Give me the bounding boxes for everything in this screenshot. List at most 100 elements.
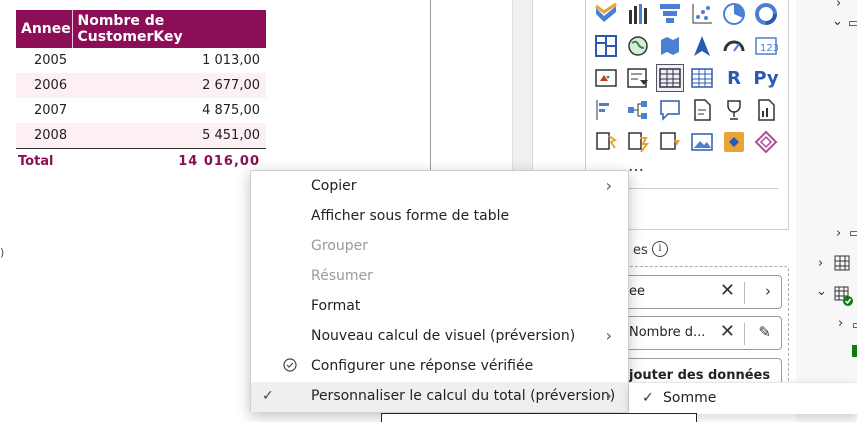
remove-field-icon[interactable]: ✕ bbox=[720, 282, 735, 300]
menu-item-customize-total[interactable]: ✓ Personnaliser le calcul du total (prév… bbox=[251, 382, 628, 412]
field-name: Nombre d... bbox=[629, 325, 706, 340]
kpi-icon[interactable] bbox=[592, 64, 620, 92]
pie-chart-icon[interactable] bbox=[720, 0, 748, 28]
table-node-icon: ▭ bbox=[849, 226, 857, 241]
card-icon[interactable]: 123 bbox=[752, 32, 780, 60]
decomposition-tree-icon[interactable] bbox=[624, 96, 652, 124]
chevron-right-icon: › bbox=[605, 176, 612, 195]
menu-item-resumer[interactable]: Résumer bbox=[251, 262, 628, 292]
table-grid-icon[interactable] bbox=[834, 255, 850, 275]
matrix-icon[interactable] bbox=[688, 64, 716, 92]
chevron-right-icon[interactable]: › bbox=[818, 256, 823, 271]
chevron-down-icon[interactable]: ⌄ bbox=[832, 14, 843, 29]
map-icon[interactable] bbox=[624, 32, 652, 60]
checkmark-icon: ✓ bbox=[262, 388, 274, 404]
power-automate-icon[interactable] bbox=[592, 128, 620, 156]
column-header-count[interactable]: Nombre de CustomerKey bbox=[72, 10, 266, 48]
funnel-chart-icon[interactable] bbox=[656, 0, 684, 28]
pill-divider bbox=[744, 323, 745, 345]
visual-frame-bottom bbox=[381, 413, 697, 422]
chevron-right-icon: › bbox=[605, 386, 612, 405]
key-influencers-icon[interactable] bbox=[592, 96, 620, 124]
arcgis-icon[interactable] bbox=[720, 128, 748, 156]
chevron-down-icon[interactable]: ⌄ bbox=[816, 284, 827, 299]
info-icon[interactable]: i bbox=[652, 241, 668, 257]
menu-item-verified-answer[interactable]: Configurer une réponse vérifiée bbox=[251, 352, 628, 382]
chevron-right-icon[interactable]: › bbox=[765, 282, 771, 300]
menu-item-new-visual-calculation[interactable]: Nouveau calcul de visuel (préversion) › bbox=[251, 322, 628, 352]
check-circle-icon bbox=[283, 358, 297, 376]
table-row[interactable]: 2007 4 875,00 bbox=[16, 98, 266, 123]
table-total-row[interactable]: Total 14 016,00 bbox=[16, 147, 266, 174]
total-value: 14 016,00 bbox=[72, 147, 266, 174]
table-row[interactable]: 2008 5 451,00 bbox=[16, 123, 266, 148]
menu-item-label: Configurer une réponse vérifiée bbox=[311, 358, 534, 374]
table-row[interactable]: 2006 2 677,00 bbox=[16, 73, 266, 98]
pill-divider bbox=[744, 282, 745, 304]
ribbon-chart-icon[interactable] bbox=[592, 0, 620, 28]
column-header-annee[interactable]: Annee bbox=[16, 10, 73, 48]
table-visual[interactable]: Annee Nombre de CustomerKey 2005 1 013,0… bbox=[16, 10, 266, 174]
chevron-right-icon: › bbox=[605, 326, 612, 345]
gauge-icon[interactable] bbox=[720, 32, 748, 60]
edit-pencil-icon[interactable]: ✎ bbox=[758, 323, 771, 341]
power-apps-icon[interactable] bbox=[624, 128, 652, 156]
menu-item-copier[interactable]: Copier › bbox=[251, 172, 628, 202]
table-header-row: Annee Nombre de CustomerKey bbox=[16, 10, 266, 48]
menu-item-show-as-table[interactable]: Afficher sous forme de table bbox=[251, 202, 628, 232]
checkmark-icon: ✓ bbox=[642, 390, 654, 406]
python-visual-icon[interactable]: Py bbox=[752, 64, 780, 92]
menu-item-label: Nouveau calcul de visuel (préversion) bbox=[311, 328, 576, 344]
waterfall-chart-icon[interactable] bbox=[624, 0, 652, 28]
table-row[interactable]: 2005 1 013,00 bbox=[16, 48, 266, 73]
scatter-chart-icon[interactable] bbox=[688, 0, 716, 28]
add-data-label: jouter des données bbox=[629, 368, 771, 383]
paginated-report-icon[interactable] bbox=[752, 96, 780, 124]
field-node-icon: ▭ bbox=[852, 318, 857, 333]
menu-item-label: Afficher sous forme de table bbox=[311, 208, 510, 224]
cell-year: 2005 bbox=[34, 53, 68, 68]
visual-border bbox=[430, 0, 431, 170]
treemap-icon[interactable] bbox=[592, 32, 620, 60]
remove-field-icon[interactable]: ✕ bbox=[720, 323, 735, 341]
menu-item-label: Personnaliser le calcul du total (préver… bbox=[311, 388, 616, 404]
canvas-scrollbar[interactable] bbox=[512, 0, 532, 170]
donut-chart-icon[interactable] bbox=[752, 0, 780, 28]
image-icon[interactable] bbox=[688, 128, 716, 156]
chevron-right-icon[interactable]: › bbox=[838, 316, 843, 331]
app-window: Annee Nombre de CustomerKey 2005 1 013,0… bbox=[0, 0, 857, 422]
cell-year: 2006 bbox=[16, 73, 72, 98]
submenu-item-somme[interactable]: Somme bbox=[663, 390, 716, 406]
menu-item-label: Copier bbox=[311, 178, 357, 194]
filled-map-icon[interactable] bbox=[656, 32, 684, 60]
more-visuals-icon[interactable]: … bbox=[628, 156, 646, 175]
selected-field-checkbox-icon[interactable] bbox=[852, 345, 857, 357]
table-checked-icon[interactable] bbox=[834, 286, 854, 310]
chevron-right-icon[interactable]: › bbox=[836, 0, 841, 11]
menu-item-label: Grouper bbox=[311, 238, 368, 254]
visual-icon-grid: 123 R Py bbox=[590, 0, 782, 158]
total-label: Total bbox=[16, 147, 72, 174]
menu-item-format[interactable]: Format bbox=[251, 292, 628, 322]
smart-narrative-icon[interactable] bbox=[688, 96, 716, 124]
left-edge-marker: ) bbox=[0, 246, 5, 259]
r-visual-icon[interactable]: R bbox=[720, 64, 748, 92]
cell-value: 4 875,00 bbox=[202, 103, 260, 118]
cell-value: 1 013,00 bbox=[202, 53, 260, 68]
context-menu: Copier › Afficher sous forme de table Gr… bbox=[250, 170, 629, 412]
cell-year: 2008 bbox=[16, 123, 72, 148]
data-pane: › ⌄ ▭ › ▭ › ⌄ › ▭ bbox=[796, 0, 857, 422]
qa-icon[interactable] bbox=[656, 96, 684, 124]
diamond-visual-icon[interactable] bbox=[752, 128, 780, 156]
table-node-icon: ▭ bbox=[848, 16, 857, 31]
custom-visual-icon[interactable] bbox=[656, 128, 684, 156]
slicer-icon[interactable] bbox=[624, 64, 652, 92]
cell-value: 2 677,00 bbox=[72, 73, 266, 98]
svg-text:123: 123 bbox=[760, 43, 778, 54]
values-section-label: es bbox=[633, 243, 648, 258]
azure-map-icon[interactable] bbox=[688, 32, 716, 60]
menu-item-grouper[interactable]: Grouper bbox=[251, 232, 628, 262]
metrics-icon[interactable] bbox=[720, 96, 748, 124]
chevron-right-icon[interactable]: › bbox=[836, 226, 841, 241]
table-icon[interactable] bbox=[656, 64, 684, 92]
